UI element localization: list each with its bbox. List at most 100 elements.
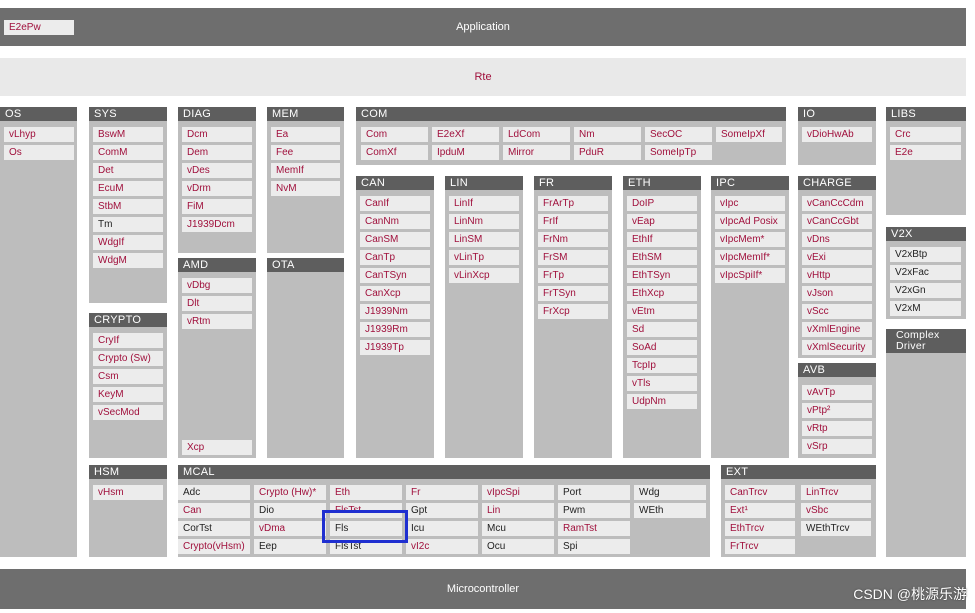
module-vhsm[interactable]: vHsm (93, 485, 163, 500)
module-frartp[interactable]: FrArTp (538, 196, 608, 211)
module-canxcp[interactable]: CanXcp (360, 286, 430, 301)
module-ethxcp[interactable]: EthXcp (627, 286, 697, 301)
module-csm[interactable]: Csm (93, 369, 163, 384)
module-eep[interactable]: Eep (254, 539, 326, 554)
module-crypto-sw[interactable]: Crypto (Sw) (93, 351, 163, 366)
module-vtls[interactable]: vTls (627, 376, 697, 391)
module-canif[interactable]: CanIf (360, 196, 430, 211)
module-cryif[interactable]: CryIf (93, 333, 163, 348)
module-v2xm[interactable]: V2xM (890, 301, 961, 316)
module-vdrm[interactable]: vDrm (182, 181, 252, 196)
module-gpt[interactable]: Gpt (406, 503, 478, 518)
module-icu[interactable]: Icu (406, 521, 478, 536)
module-ramtst[interactable]: RamTst (558, 521, 630, 536)
module-vsrp[interactable]: vSrp (802, 439, 872, 454)
module-com[interactable]: Com (361, 127, 428, 142)
module-nm[interactable]: Nm (574, 127, 641, 142)
module-dcm[interactable]: Dcm (182, 127, 252, 142)
module-crc[interactable]: Crc (890, 127, 961, 142)
module-vsecmod[interactable]: vSecMod (93, 405, 163, 420)
module-mirror[interactable]: Mirror (503, 145, 570, 160)
module-vlinxcp[interactable]: vLinXcp (449, 268, 519, 283)
module-sd[interactable]: Sd (627, 322, 697, 337)
module-weth[interactable]: WEth (634, 503, 706, 518)
module-adc[interactable]: Adc (178, 485, 250, 500)
module-udpnm[interactable]: UdpNm (627, 394, 697, 409)
module-vrtm[interactable]: vRtm (182, 314, 252, 329)
module-cannm[interactable]: CanNm (360, 214, 430, 229)
module-comxf[interactable]: ComXf (361, 145, 428, 160)
module-secoc[interactable]: SecOC (645, 127, 712, 142)
module-ea[interactable]: Ea (271, 127, 340, 142)
module-vscc[interactable]: vScc (802, 304, 872, 319)
module-vlintp[interactable]: vLinTp (449, 250, 519, 265)
module-vptp[interactable]: vPtp² (802, 403, 872, 418)
module-soad[interactable]: SoAd (627, 340, 697, 355)
module-stbm[interactable]: StbM (93, 199, 163, 214)
module-v2xgn[interactable]: V2xGn (890, 283, 961, 298)
module-vipcspi[interactable]: vIpcSpi (482, 485, 554, 500)
module-vipcad-posix[interactable]: vIpcAd Posix (715, 214, 785, 229)
module-cortst[interactable]: CorTst (178, 521, 250, 536)
module-e2exf[interactable]: E2eXf (432, 127, 499, 142)
module-pdur[interactable]: PduR (574, 145, 641, 160)
module-vi2c[interactable]: vI2c (406, 539, 478, 554)
module-e2epw[interactable]: E2ePw (4, 20, 74, 35)
module-frtrcv[interactable]: FrTrcv (725, 539, 795, 554)
module-vipc[interactable]: vIpc (715, 196, 785, 211)
module-cantrcv[interactable]: CanTrcv (725, 485, 795, 500)
module-ocu[interactable]: Ocu (482, 539, 554, 554)
module-dem[interactable]: Dem (182, 145, 252, 160)
module-linsm[interactable]: LinSM (449, 232, 519, 247)
module-vlhyp[interactable]: vLhyp (4, 127, 74, 142)
module-vsbc[interactable]: vSbc (801, 503, 871, 518)
module-lin-mcal[interactable]: Lin (482, 503, 554, 518)
module-vdma[interactable]: vDma (254, 521, 326, 536)
module-eth-mcal[interactable]: Eth (330, 485, 402, 500)
module-j1939rm[interactable]: J1939Rm (360, 322, 430, 337)
module-wdgm[interactable]: WdgM (93, 253, 163, 268)
module-dio[interactable]: Dio (254, 503, 326, 518)
module-memif[interactable]: MemIf (271, 163, 340, 178)
module-port[interactable]: Port (558, 485, 630, 500)
module-tm[interactable]: Tm (93, 217, 163, 232)
module-pwm[interactable]: Pwm (558, 503, 630, 518)
module-vetm[interactable]: vEtm (627, 304, 697, 319)
module-j1939nm[interactable]: J1939Nm (360, 304, 430, 319)
module-ethtrcv[interactable]: EthTrcv (725, 521, 795, 536)
module-j1939dcm[interactable]: J1939Dcm (182, 217, 252, 232)
module-vcanccgbt[interactable]: vCanCcGbt (802, 214, 872, 229)
module-cantp[interactable]: CanTp (360, 250, 430, 265)
module-linnm[interactable]: LinNm (449, 214, 519, 229)
module-vexi[interactable]: vExi (802, 250, 872, 265)
module-vipcspiif[interactable]: vIpcSpiIf* (715, 268, 785, 283)
module-lintrcv[interactable]: LinTrcv (801, 485, 871, 500)
module-vipcmem[interactable]: vIpcMem* (715, 232, 785, 247)
module-ethtsyn[interactable]: EthTSyn (627, 268, 697, 283)
module-nvm[interactable]: NvM (271, 181, 340, 196)
module-vavtp[interactable]: vAvTp (802, 385, 872, 400)
module-cansm[interactable]: CanSM (360, 232, 430, 247)
module-tcpip[interactable]: TcpIp (627, 358, 697, 373)
module-crypto-hw[interactable]: Crypto (Hw)* (254, 485, 326, 500)
module-wdg[interactable]: Wdg (634, 485, 706, 500)
module-mcu[interactable]: Mcu (482, 521, 554, 536)
module-wdgif[interactable]: WdgIf (93, 235, 163, 250)
module-e2e[interactable]: E2e (890, 145, 961, 160)
module-fee[interactable]: Fee (271, 145, 340, 160)
module-vdns[interactable]: vDns (802, 232, 872, 247)
module-vhttp[interactable]: vHttp (802, 268, 872, 283)
module-bswm[interactable]: BswM (93, 127, 163, 142)
module-v2xbtp[interactable]: V2xBtp (890, 247, 961, 262)
module-os[interactable]: Os (4, 145, 74, 160)
module-vipcmemif[interactable]: vIpcMemIf* (715, 250, 785, 265)
module-frxcp[interactable]: FrXcp (538, 304, 608, 319)
module-veap[interactable]: vEap (627, 214, 697, 229)
module-someipxf[interactable]: SomeIpXf (716, 127, 782, 142)
module-vcancccdm[interactable]: vCanCcCdm (802, 196, 872, 211)
module-frtp[interactable]: FrTp (538, 268, 608, 283)
module-vrtp[interactable]: vRtp (802, 421, 872, 436)
module-ecum[interactable]: EcuM (93, 181, 163, 196)
module-keym[interactable]: KeyM (93, 387, 163, 402)
module-linif[interactable]: LinIf (449, 196, 519, 211)
